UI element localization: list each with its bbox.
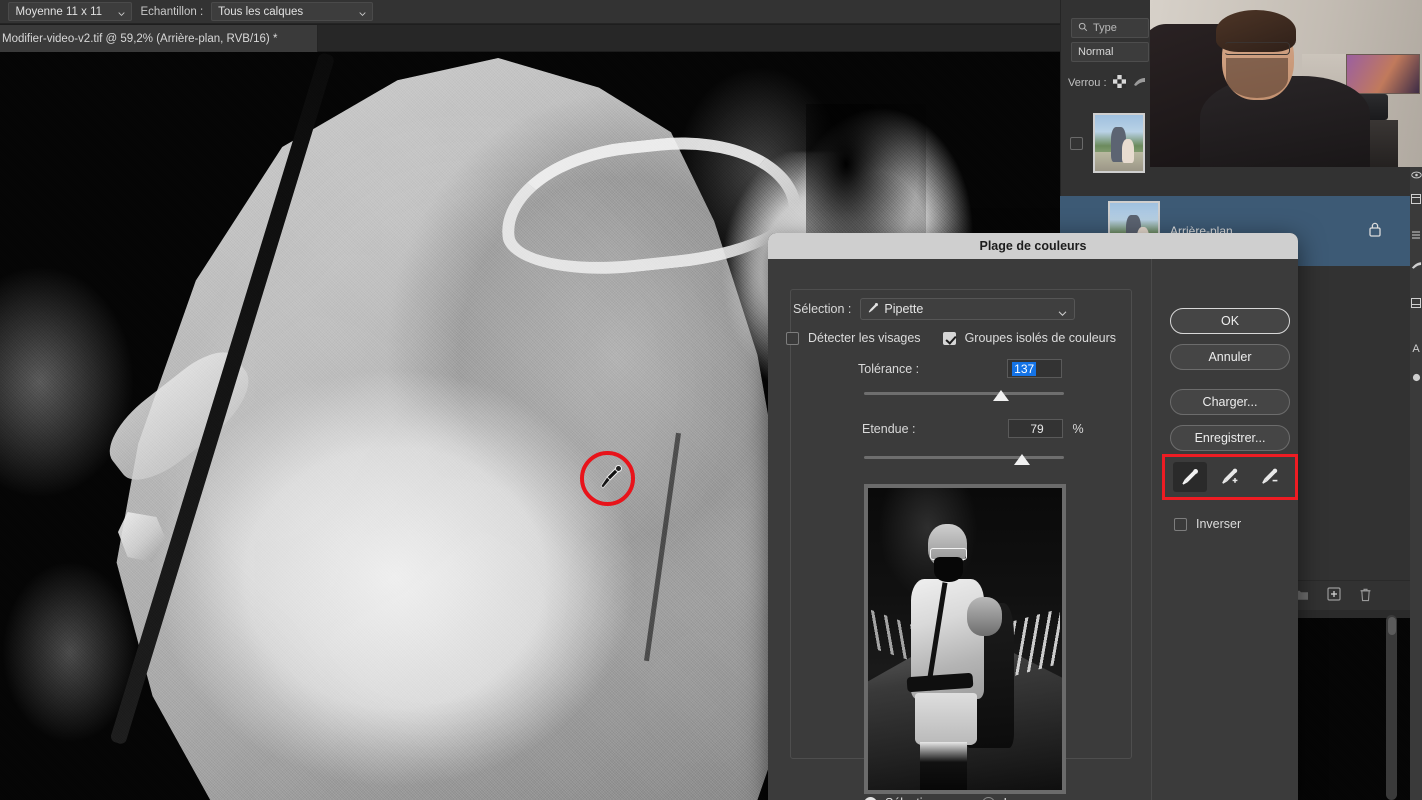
photoshop-window: : Moyenne 11 x 11 Echantillon : Tous les… bbox=[0, 0, 1422, 800]
webcam-overlay bbox=[1150, 0, 1422, 167]
checkbox-box bbox=[786, 331, 799, 345]
new-layer-icon[interactable] bbox=[1327, 587, 1341, 606]
layer-search-input[interactable]: Type bbox=[1071, 18, 1149, 38]
eyedropper-icon[interactable] bbox=[1173, 462, 1207, 492]
chevron-down-icon bbox=[1058, 306, 1067, 320]
radio-image[interactable]: Image bbox=[982, 796, 1038, 800]
adjustments-icon[interactable] bbox=[1410, 228, 1422, 242]
eyedropper-add-icon[interactable] bbox=[1213, 462, 1247, 492]
vertical-scrollbar[interactable] bbox=[1386, 615, 1397, 800]
localized-clusters-label: Groupes isolés de couleurs bbox=[964, 331, 1117, 345]
blend-mode-dropdown[interactable]: Normal bbox=[1071, 42, 1149, 62]
scrollbar-thumb[interactable] bbox=[1387, 617, 1396, 635]
layer-thumbnail bbox=[1093, 113, 1145, 173]
checkbox-box bbox=[942, 331, 956, 345]
localized-clusters-checkbox[interactable]: Groupes isolés de couleurs bbox=[942, 331, 1117, 345]
checkbox-box bbox=[1174, 517, 1187, 531]
lock-icon bbox=[1368, 221, 1382, 242]
color-range-dialog: Plage de couleurs Sélection : Pipette Dé… bbox=[768, 233, 1298, 800]
radio-selection-label: Sélection bbox=[885, 796, 936, 800]
save-button-label: Enregistrer... bbox=[1194, 431, 1266, 445]
preview-child-head bbox=[966, 596, 1002, 636]
cancel-button-label: Annuler bbox=[1208, 350, 1252, 364]
sample-size-dropdown[interactable]: Moyenne 11 x 11 bbox=[8, 2, 133, 21]
webcam-person-beard bbox=[1226, 58, 1288, 98]
chevron-down-icon bbox=[118, 8, 126, 16]
tolerance-row: Tolérance : 137 bbox=[858, 359, 1063, 378]
layers-icon[interactable] bbox=[1410, 296, 1422, 310]
mask-preview[interactable] bbox=[864, 484, 1066, 794]
invert-label: Inverser bbox=[1196, 517, 1242, 531]
properties-icon[interactable] bbox=[1410, 192, 1422, 206]
tolerance-value: 137 bbox=[1012, 361, 1037, 376]
blend-mode-value: Normal bbox=[1078, 46, 1114, 58]
thumbnail-figure-child bbox=[1121, 138, 1135, 164]
radio-button bbox=[982, 796, 996, 800]
dialog-right-column: OK Annuler Charger... Enregistrer... Inv… bbox=[1151, 259, 1298, 800]
webcam-person-glasses bbox=[1224, 42, 1290, 55]
document-tab-label: Modifier-video-v2.tif @ 59,2% (Arrière-p… bbox=[2, 32, 278, 45]
dialog-title: Plage de couleurs bbox=[979, 239, 1087, 253]
preview-adult-mask bbox=[933, 557, 964, 582]
selection-dropdown[interactable]: Pipette bbox=[860, 298, 1076, 320]
dialog-left-column: Sélection : Pipette Détecter les visages… bbox=[768, 259, 1150, 800]
range-unit: % bbox=[1072, 421, 1084, 436]
search-icon bbox=[1078, 22, 1088, 35]
range-label: Etendue : bbox=[862, 421, 916, 436]
range-value: 79 bbox=[1030, 421, 1044, 436]
trash-icon[interactable] bbox=[1359, 587, 1372, 607]
transparency-lock-icon[interactable] bbox=[1112, 75, 1126, 91]
detect-faces-label: Détecter les visages bbox=[808, 331, 921, 345]
text-a-icon[interactable]: A bbox=[1410, 342, 1422, 356]
load-button[interactable]: Charger... bbox=[1170, 389, 1290, 415]
eye-icon[interactable] bbox=[1410, 168, 1422, 182]
color-icon[interactable] bbox=[1410, 370, 1422, 384]
selection-value: Pipette bbox=[884, 302, 924, 316]
tolerance-input[interactable]: 137 bbox=[1007, 359, 1063, 378]
ok-button[interactable]: OK bbox=[1170, 308, 1290, 334]
chevron-down-icon bbox=[359, 8, 366, 16]
sample-size-value: Moyenne 11 x 11 bbox=[15, 5, 103, 18]
cancel-button[interactable]: Annuler bbox=[1170, 344, 1290, 370]
preview-adult-legs bbox=[920, 741, 967, 790]
tolerance-slider-thumb[interactable] bbox=[993, 390, 1009, 401]
sample-label: Echantillon : bbox=[140, 5, 204, 18]
selection-label: Sélection : bbox=[793, 302, 852, 316]
save-button[interactable]: Enregistrer... bbox=[1170, 425, 1290, 451]
layer-visibility-checkbox[interactable] bbox=[1070, 136, 1083, 150]
eyedropper-subtract-icon[interactable] bbox=[1253, 462, 1287, 492]
load-button-label: Charger... bbox=[1202, 395, 1258, 409]
layer-search-placeholder: Type bbox=[1093, 22, 1117, 34]
selection-row: Sélection : Pipette bbox=[793, 298, 1076, 320]
eyedropper-icon bbox=[867, 302, 879, 317]
range-slider-thumb[interactable] bbox=[1014, 454, 1030, 465]
ok-button-label: OK bbox=[1220, 314, 1240, 328]
checkbox-row: Détecter les visages Groupes isolés de c… bbox=[786, 331, 1136, 345]
radio-image-label: Image bbox=[1003, 796, 1038, 800]
tolerance-label: Tolérance : bbox=[858, 361, 920, 376]
brush-lock-icon[interactable] bbox=[1132, 76, 1146, 91]
dialog-body: Sélection : Pipette Détecter les visages… bbox=[768, 259, 1298, 800]
tolerance-slider-track[interactable] bbox=[864, 392, 1064, 395]
sample-layers-value: Tous les calques bbox=[218, 5, 304, 18]
preview-mode-radios: Sélection Image bbox=[864, 796, 1038, 800]
eyedropper-cursor-icon bbox=[598, 463, 624, 493]
eyedropper-tool-group bbox=[1162, 454, 1298, 500]
range-input[interactable]: 79 bbox=[1007, 419, 1063, 438]
preview-adult-shorts bbox=[914, 693, 977, 745]
range-slider-track[interactable] bbox=[864, 456, 1064, 459]
webcam-person-body bbox=[1200, 76, 1370, 167]
lock-row-label: Verrou : bbox=[1068, 77, 1107, 89]
radio-button bbox=[864, 796, 877, 800]
webcam-wall-art bbox=[1346, 54, 1420, 94]
dialog-title-bar[interactable]: Plage de couleurs bbox=[768, 233, 1298, 259]
mask-preview-image bbox=[868, 488, 1062, 790]
range-row: Etendue : 79 % bbox=[862, 419, 1084, 438]
document-tab[interactable]: Modifier-video-v2.tif @ 59,2% (Arrière-p… bbox=[0, 25, 318, 52]
brush-icon[interactable] bbox=[1410, 258, 1422, 272]
sample-layers-dropdown[interactable]: Tous les calques bbox=[211, 2, 374, 21]
invert-checkbox[interactable]: Inverser bbox=[1174, 517, 1241, 531]
radio-selection[interactable]: Sélection bbox=[864, 796, 936, 800]
detect-faces-checkbox[interactable]: Détecter les visages bbox=[786, 331, 921, 345]
